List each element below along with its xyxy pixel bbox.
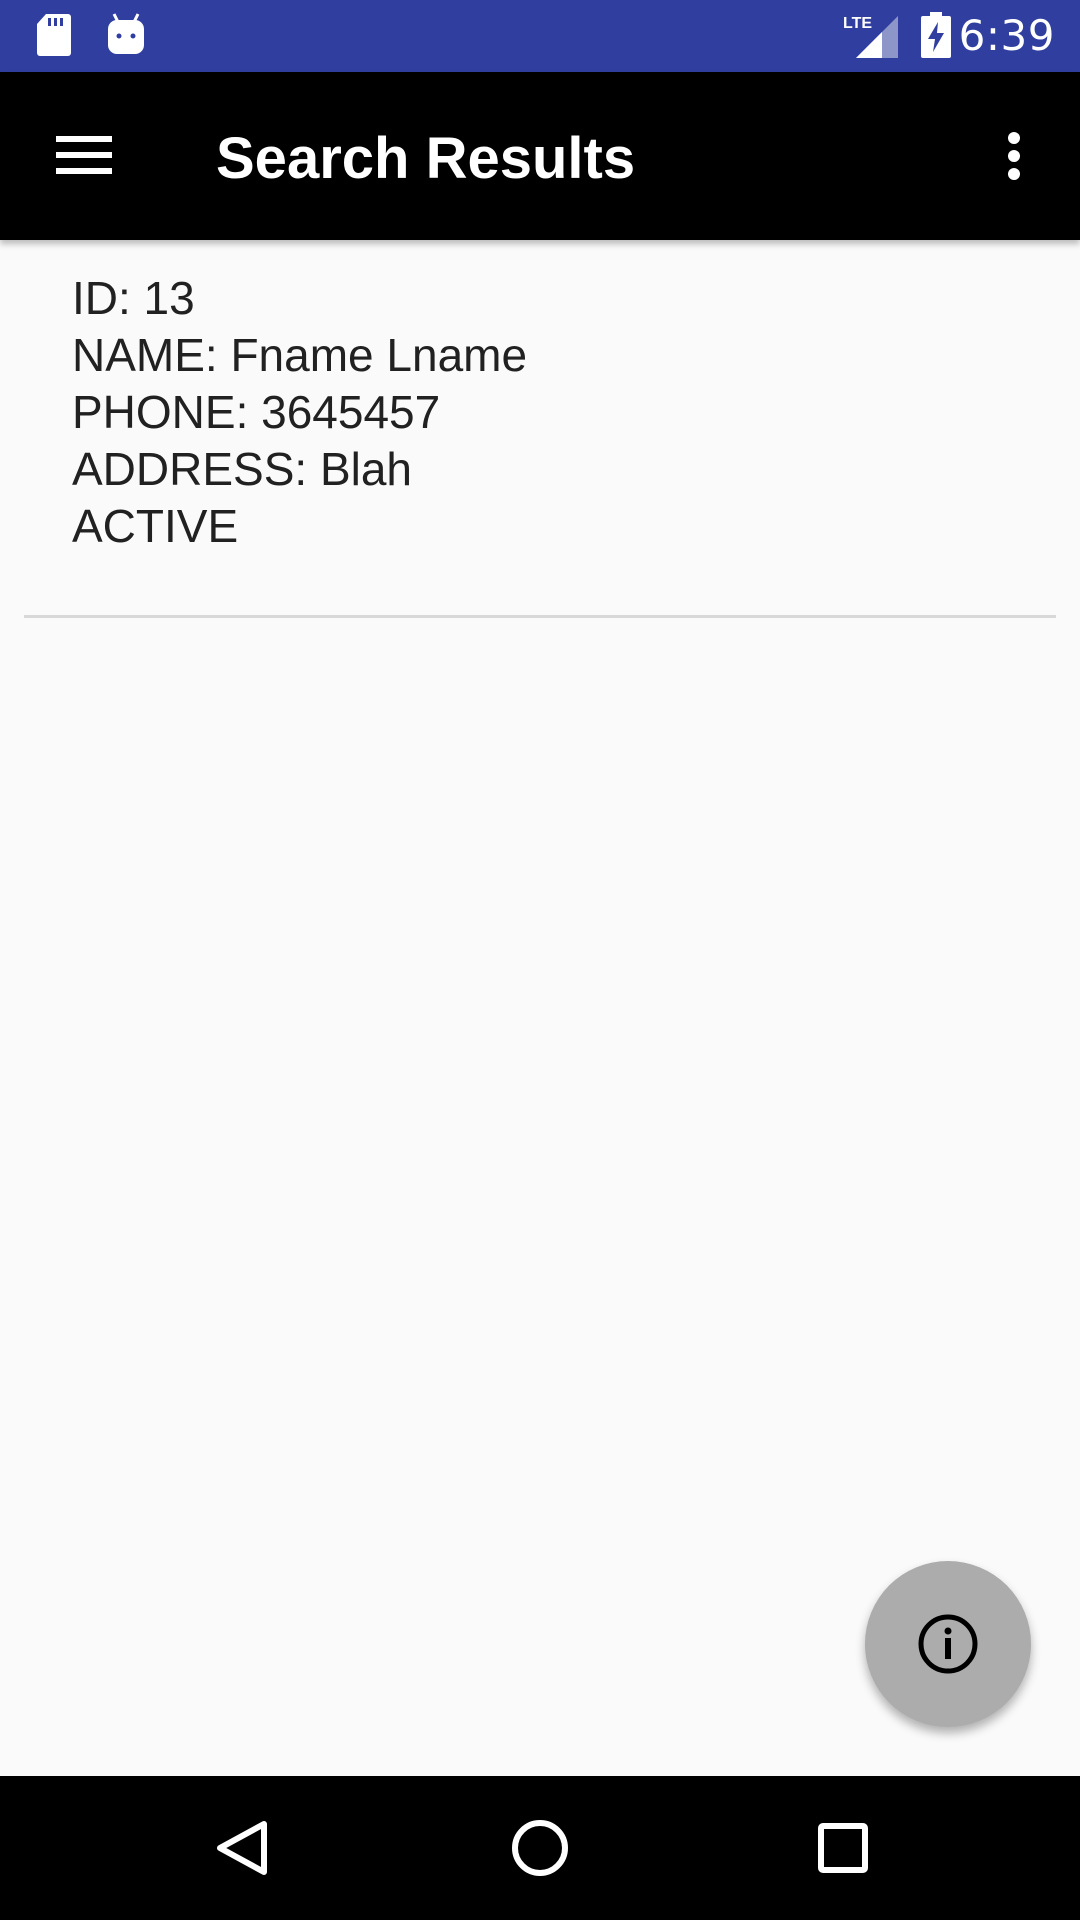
status-bar-clock: 6:39: [958, 11, 1055, 60]
result-address: ADDRESS: Blah: [72, 443, 413, 495]
status-bar: LTE 6:39: [0, 0, 1080, 72]
info-fab-button[interactable]: [865, 1561, 1031, 1727]
result-phone: PHONE: 3645457: [72, 386, 441, 438]
recents-icon[interactable]: [790, 1798, 890, 1898]
navigation-bar: [0, 1776, 1080, 1920]
more-vert-icon[interactable]: [984, 114, 1044, 198]
sd-card-icon: [37, 14, 71, 56]
info-icon: [918, 1614, 978, 1674]
android-debug-icon: [108, 13, 144, 54]
battery-charging-icon: [921, 12, 951, 58]
lte-signal-icon: LTE: [843, 15, 898, 58]
page-title: Search Results: [216, 126, 636, 191]
result-status: ACTIVE: [72, 500, 239, 552]
svg-text:LTE: LTE: [843, 15, 872, 32]
result-id: ID: 13: [72, 272, 195, 324]
app-bar: Search Results: [0, 72, 1080, 240]
home-icon[interactable]: [490, 1798, 590, 1898]
list-divider: [24, 615, 1056, 618]
back-icon[interactable]: [190, 1798, 290, 1898]
list-item[interactable]: ID: 13 NAME: Fname Lname PHONE: 3645457 …: [24, 240, 1056, 616]
hamburger-menu-icon[interactable]: [36, 114, 132, 198]
screen: LTE 6:39 Search Results ID: 13 NAME: Fna…: [0, 0, 1080, 1920]
result-name: NAME: Fname Lname: [72, 329, 528, 381]
